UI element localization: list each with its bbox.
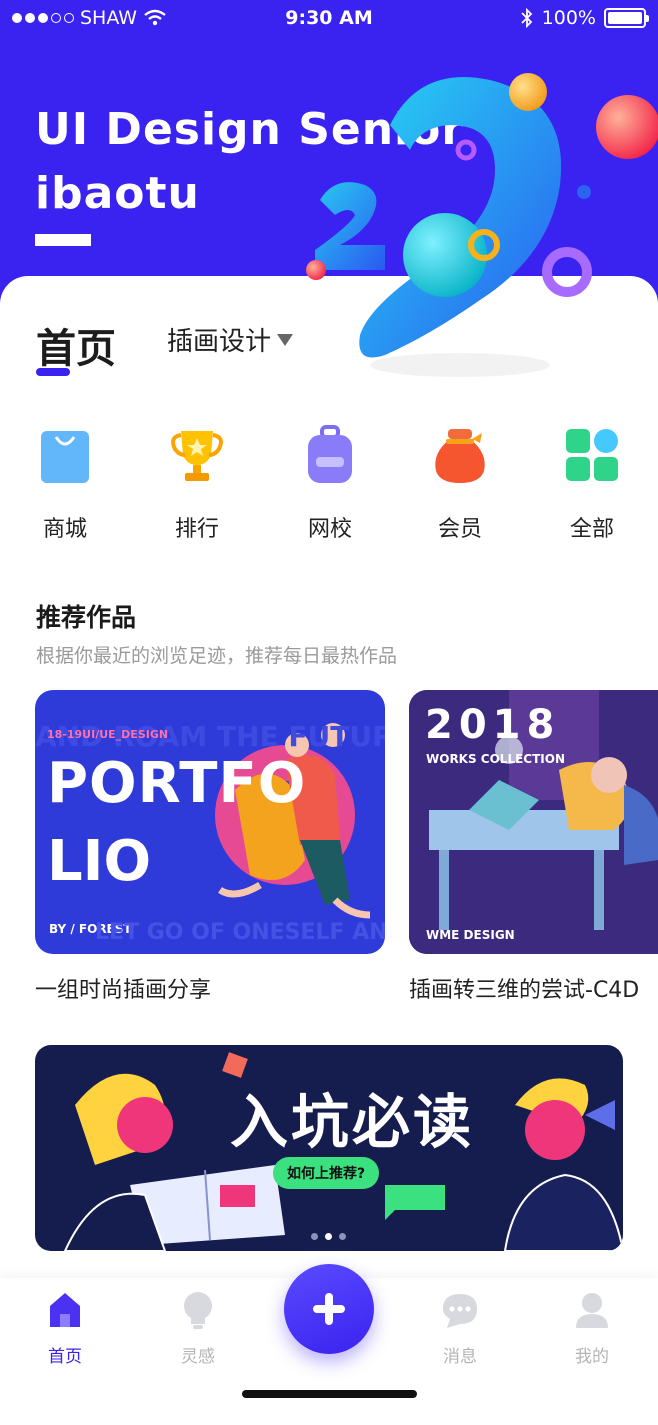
- bluetooth-icon: [521, 8, 532, 28]
- tab-illustration-label: 插画设计: [167, 327, 272, 357]
- category-member[interactable]: 会员: [420, 425, 500, 543]
- work-card-1[interactable]: AND ROAM THE FUTURE 18-19UI/UE_DESIGN PO…: [35, 690, 385, 1004]
- category-label: 会员: [437, 517, 482, 542]
- card-art-word1: PORTFO: [47, 751, 307, 816]
- promo-banner[interactable]: 入坑必读 如何上推荐?: [35, 1045, 623, 1251]
- banner-pagination: [311, 1233, 346, 1240]
- card-art-sub: WORKS COLLECTION: [426, 752, 565, 766]
- card-caption: 一组时尚插画分享: [35, 978, 212, 1003]
- home-icon: [50, 1293, 80, 1327]
- battery-icon: [604, 8, 649, 28]
- category-school[interactable]: 网校: [290, 425, 370, 543]
- tabbar-profile[interactable]: 我的: [552, 1290, 632, 1367]
- card-art-by: WME DESIGN: [426, 928, 515, 942]
- tabbar-label: 我的: [575, 1347, 609, 1367]
- tab-home[interactable]: 首页: [36, 316, 116, 374]
- category-all[interactable]: 全部: [552, 425, 632, 543]
- card-caption: 插画转三维的尝试-C4D: [409, 978, 640, 1003]
- shopping-bag-icon: [41, 431, 89, 483]
- tabbar-inspiration[interactable]: 灵感: [158, 1290, 238, 1367]
- lightbulb-icon: [184, 1292, 212, 1329]
- card-thumbnail: 2018 WORKS COLLECTION WME DESIGN: [409, 690, 658, 954]
- tab-illustration-design[interactable]: 插画设计: [167, 321, 294, 358]
- section-subtitle: 根据你最近的浏览足迹，推荐每日最热作品: [36, 645, 398, 667]
- category-label: 全部: [569, 517, 614, 542]
- tab-home-wrapper: 首页: [36, 316, 116, 374]
- tabbar-label: 首页: [48, 1347, 82, 1367]
- tabbar-home[interactable]: 首页: [25, 1290, 105, 1367]
- user-icon: [576, 1293, 608, 1328]
- category-label: 排行: [174, 517, 219, 542]
- grid-icon: [566, 429, 618, 481]
- card-art-tag: 18-19UI/UE_DESIGN: [47, 728, 169, 741]
- category-label: 网校: [307, 517, 352, 542]
- create-button[interactable]: [284, 1264, 374, 1354]
- home-indicator[interactable]: [242, 1390, 417, 1398]
- card-thumbnail: AND ROAM THE FUTURE 18-19UI/UE_DESIGN PO…: [35, 690, 385, 954]
- chat-icon: [443, 1294, 477, 1328]
- card-art-year: 2018: [425, 702, 561, 748]
- banner-pill: 如何上推荐?: [273, 1157, 380, 1189]
- hero-accent-bar: [35, 234, 91, 246]
- category-label: 商城: [42, 517, 87, 542]
- battery-percent: 100%: [541, 7, 596, 29]
- work-card-2[interactable]: 2018 WORKS COLLECTION WME DESIGN 插画转三维的尝…: [409, 690, 658, 1004]
- recommended-carousel[interactable]: AND ROAM THE FUTURE 18-19UI/UE_DESIGN PO…: [0, 690, 658, 1010]
- section-title: 推荐作品: [36, 603, 137, 632]
- category-ranking[interactable]: 排行: [157, 425, 237, 543]
- hero-3d-illustration: [306, 73, 658, 377]
- money-bag-icon: [435, 429, 485, 483]
- card-art-bottom: LET GO OF ONESELF AN: [95, 920, 385, 945]
- tabbar-messages[interactable]: 消息: [420, 1290, 500, 1367]
- category-mall[interactable]: 商城: [25, 425, 105, 543]
- trophy-icon: [171, 431, 223, 481]
- tabbar-label: 灵感: [181, 1347, 215, 1367]
- plus-icon: [313, 1293, 345, 1325]
- status-bar: SHAW 9:30 AM 100%: [0, 0, 658, 38]
- card-art-word2: LIO: [47, 829, 152, 894]
- caret-down-icon: [277, 333, 294, 346]
- tab-active-indicator: [36, 368, 70, 376]
- banner-title: 入坑必读: [230, 1088, 475, 1156]
- category-row: 商城 排行 网校 会员 全部: [0, 425, 658, 545]
- backpack-icon: [308, 425, 352, 483]
- tabbar-label: 消息: [443, 1347, 477, 1367]
